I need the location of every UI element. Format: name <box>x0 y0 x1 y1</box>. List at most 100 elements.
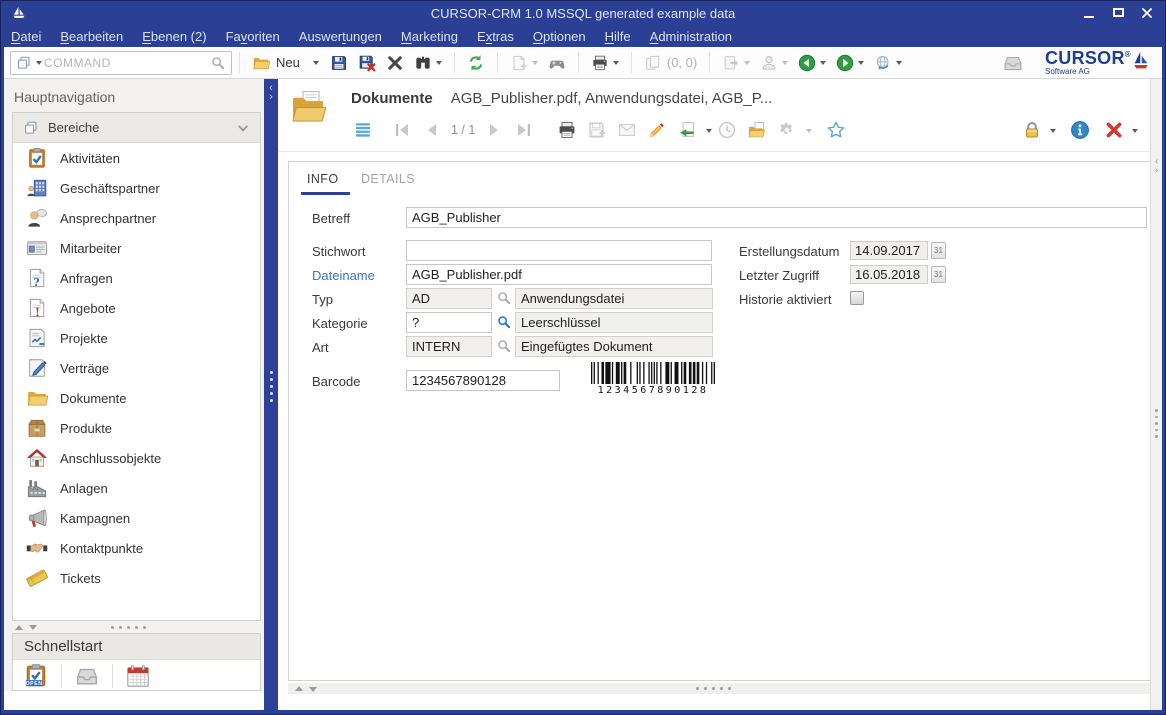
sidebar-item-ansprechpartner[interactable]: Ansprechpartner <box>13 203 260 233</box>
sidebar-item-projekte[interactable]: Projekte <box>13 323 260 353</box>
sidebar-splitter[interactable] <box>4 621 264 633</box>
user-caret[interactable] <box>782 61 788 68</box>
delete-button[interactable] <box>383 52 407 74</box>
new-document-button[interactable] <box>507 52 541 74</box>
record-menu-button[interactable] <box>353 120 373 140</box>
menu-item-administration[interactable]: Administration <box>650 29 732 44</box>
tab-info[interactable]: INFO <box>307 172 338 186</box>
sidebar-item-angebote[interactable]: !Angebote <box>13 293 260 323</box>
kategorie-key-input[interactable] <box>406 312 492 333</box>
dateiname-label[interactable]: Dateiname <box>312 265 375 286</box>
betreff-input[interactable] <box>406 207 1147 228</box>
sidebar-section-bereiche[interactable]: Bereiche <box>13 113 260 143</box>
new-record-button[interactable]: Neu <box>249 52 303 74</box>
gear-caret[interactable] <box>806 129 812 136</box>
controller-button[interactable] <box>545 52 569 74</box>
revert-button[interactable] <box>677 120 697 140</box>
menu-item-extras[interactable]: Extras <box>477 29 514 44</box>
search-records-caret[interactable] <box>436 61 442 68</box>
splitter-up-icon[interactable] <box>295 682 303 691</box>
print-record-button[interactable] <box>557 120 577 140</box>
sidebar-item-vertrage[interactable]: Verträge <box>13 353 260 383</box>
web-sync-caret[interactable] <box>896 61 902 68</box>
lock-button[interactable] <box>1022 120 1042 140</box>
splitter-handle[interactable] <box>264 371 278 402</box>
first-record-button[interactable] <box>392 120 412 140</box>
maximize-button[interactable] <box>1108 4 1128 21</box>
menu-item-datei[interactable]: Datei <box>11 29 41 44</box>
splitter-down-icon[interactable] <box>309 687 317 696</box>
edit-button[interactable] <box>647 120 667 140</box>
barcode-input[interactable] <box>406 370 560 391</box>
sidebar-item-dokumente[interactable]: Dokumente <box>13 383 260 413</box>
web-sync-button[interactable] <box>871 52 905 74</box>
search-icon[interactable] <box>210 55 226 71</box>
sidebar-item-geschaftspartner[interactable]: Geschäftspartner <box>13 173 260 203</box>
forward-caret[interactable] <box>858 61 864 68</box>
sidebar-item-kampagnen[interactable]: Kampagnen <box>13 503 260 533</box>
menu-item-marketing[interactable]: Marketing <box>401 29 458 44</box>
close-button[interactable] <box>1137 4 1157 21</box>
checkout-document-button[interactable] <box>747 120 767 140</box>
quickstart-clipboard-open-button[interactable]: OPEN <box>23 663 49 689</box>
print-button[interactable] <box>588 52 622 74</box>
sidebar-item-aktivitaten[interactable]: Aktivitäten <box>13 143 260 173</box>
close-record-caret[interactable] <box>1132 129 1138 136</box>
previous-record-button[interactable] <box>422 120 442 140</box>
letzter-zugriff-field[interactable]: 16.05.2018 <box>850 265 928 284</box>
splitter-handle[interactable] <box>696 687 731 690</box>
navigate-forward-button[interactable] <box>833 52 867 74</box>
save-new-button[interactable] <box>587 120 607 140</box>
revert-caret[interactable] <box>706 129 712 136</box>
menu-item-ebenen-2[interactable]: Ebenen (2) <box>142 29 206 44</box>
sidebar-item-mitarbeiter[interactable]: Mitarbeiter <box>13 233 260 263</box>
main-bottom-splitter[interactable] <box>288 683 1151 694</box>
sidebar-main-splitter[interactable]: ‹› <box>264 79 278 710</box>
letzter-zugriff-calendar-button[interactable]: 31 <box>931 266 946 283</box>
sidebar-item-anschlussobjekte[interactable]: Anschlussobjekte <box>13 443 260 473</box>
refresh-button[interactable] <box>464 52 488 74</box>
dateiname-input[interactable] <box>406 264 712 285</box>
sidebar-item-produkte[interactable]: Produkte <box>13 413 260 443</box>
tab-details[interactable]: DETAILS <box>361 172 415 186</box>
menu-item-optionen[interactable]: Optionen <box>533 29 586 44</box>
menu-item-hilfe[interactable]: Hilfe <box>605 29 631 44</box>
save-close-button[interactable] <box>355 52 379 74</box>
user-button[interactable] <box>757 52 791 74</box>
art-key-input[interactable] <box>406 336 492 357</box>
stichwort-input[interactable] <box>406 240 712 261</box>
erstellungsdatum-field[interactable]: 14.09.2017 <box>850 241 928 260</box>
close-record-button[interactable] <box>1104 120 1124 140</box>
clipboard-stack-button[interactable]: (0, 0) <box>641 52 700 74</box>
historie-checkbox[interactable] <box>850 291 864 305</box>
typ-lookup-icon[interactable] <box>496 290 512 306</box>
last-record-button[interactable] <box>514 120 534 140</box>
minimize-button[interactable] <box>1079 4 1099 21</box>
menu-item-favoriten[interactable]: Favoriten <box>226 29 280 44</box>
new-document-caret[interactable] <box>532 61 538 68</box>
menu-item-auswertungen[interactable]: Auswertungen <box>299 29 382 44</box>
send-mail-button[interactable] <box>617 120 637 140</box>
quickstart-calendar-button[interactable] <box>125 663 151 689</box>
navigate-back-button[interactable] <box>795 52 829 74</box>
inbox-tray-button[interactable] <box>999 50 1027 76</box>
art-lookup-icon[interactable] <box>496 338 512 354</box>
export-caret[interactable] <box>744 61 750 68</box>
favorite-star-button[interactable] <box>826 120 846 140</box>
sidebar-item-anlagen[interactable]: Anlagen <box>13 473 260 503</box>
menu-item-bearbeiten[interactable]: Bearbeiten <box>60 29 123 44</box>
splitter-handle[interactable] <box>1151 409 1162 438</box>
save-button[interactable] <box>327 52 351 74</box>
splitter-up-icon[interactable] <box>15 621 23 630</box>
right-panel-splitter[interactable]: ‹› <box>1150 79 1162 710</box>
new-record-caret[interactable] <box>313 61 319 68</box>
kategorie-lookup-icon[interactable] <box>496 314 512 330</box>
splitter-collapse-icons[interactable]: ‹› <box>1151 157 1162 175</box>
sidebar-item-kontaktpunkte[interactable]: Kontaktpunkte <box>13 533 260 563</box>
export-button[interactable] <box>719 52 753 74</box>
command-input[interactable] <box>42 55 210 71</box>
history-clock-button[interactable] <box>717 120 737 140</box>
chevron-down-icon[interactable] <box>236 121 250 135</box>
splitter-collapse-icons[interactable]: ‹› <box>264 84 278 102</box>
command-combobox[interactable] <box>10 51 232 75</box>
